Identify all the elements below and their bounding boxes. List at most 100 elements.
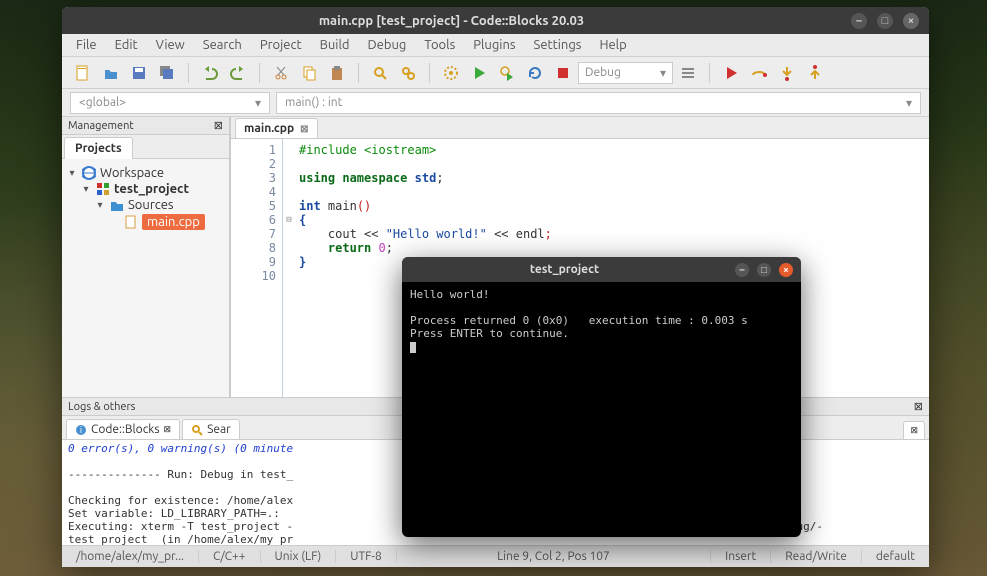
menu-search[interactable]: Search	[195, 35, 250, 55]
terminal-titlebar[interactable]: test_project – □ ×	[402, 257, 801, 282]
chevron-down-icon: ▾	[660, 66, 666, 80]
save-icon[interactable]	[126, 60, 152, 86]
build-target-select[interactable]: Debug ▾	[578, 62, 673, 84]
scope-bar: <global> ▾ main() : int ▾	[62, 89, 929, 117]
terminal-minimize-button[interactable]: –	[735, 263, 749, 277]
svg-text:i: i	[80, 425, 82, 435]
chevron-down-icon: ▾	[906, 96, 912, 110]
save-all-icon[interactable]	[154, 60, 180, 86]
menu-view[interactable]: View	[148, 35, 193, 55]
terminal-output[interactable]: Hello world! Process returned 0 (0x0) ex…	[402, 282, 801, 359]
search-icon	[191, 424, 203, 436]
logs-title: Logs & others	[68, 401, 135, 413]
menu-file[interactable]: File	[68, 35, 105, 55]
terminal-maximize-button[interactable]: □	[757, 263, 771, 277]
editor-tab-label: main.cpp	[244, 122, 294, 135]
chevron-down-icon: ▾	[255, 96, 261, 110]
step-out-icon[interactable]	[802, 60, 828, 86]
term-line: Process returned 0 (0x0) execution time …	[410, 314, 748, 327]
editor-tab-main[interactable]: main.cpp ⊠	[235, 118, 318, 138]
logs-tab-search[interactable]: Sear	[182, 419, 240, 439]
rebuild-icon[interactable]	[522, 60, 548, 86]
scope-function-label: main() : int	[285, 96, 342, 109]
line-gutter: 12345678910	[231, 139, 283, 397]
log-line: 0 error(s), 0 warning(s) (0 minute	[68, 442, 293, 455]
scope-function-select[interactable]: main() : int ▾	[276, 92, 921, 114]
tab-close-icon[interactable]: ⊠	[910, 425, 918, 436]
status-lang: C/C++	[199, 550, 260, 563]
menubar: File Edit View Search Project Build Debu…	[62, 34, 929, 57]
build-icon[interactable]	[438, 60, 464, 86]
tree-file-label: main.cpp	[142, 214, 205, 230]
tree-file-main[interactable]: main.cpp	[66, 213, 225, 231]
logs-tab-extra[interactable]: ⊠	[903, 421, 925, 439]
maximize-button[interactable]: □	[877, 13, 893, 29]
build-target-label: Debug	[585, 66, 621, 79]
paste-icon[interactable]	[324, 60, 350, 86]
menu-tools[interactable]: Tools	[416, 35, 463, 55]
folder-icon	[110, 198, 124, 212]
tree-workspace-label: Workspace	[100, 166, 164, 180]
term-line: Press ENTER to continue.	[410, 327, 569, 340]
menu-plugins[interactable]: Plugins	[465, 35, 523, 55]
undo-icon[interactable]	[197, 60, 223, 86]
open-file-icon[interactable]	[98, 60, 124, 86]
close-button[interactable]: ×	[903, 13, 919, 29]
logs-tab-label: Code::Blocks	[91, 423, 160, 436]
tree-project[interactable]: ▾ test_project	[66, 181, 225, 197]
logs-close-icon[interactable]: ⊠	[914, 400, 923, 413]
terminal-window[interactable]: test_project – □ × Hello world! Process …	[402, 257, 801, 537]
status-path: /home/alex/my_pr...	[62, 550, 199, 563]
terminal-cursor	[410, 342, 416, 353]
management-title: Management	[68, 120, 134, 132]
menu-build[interactable]: Build	[312, 35, 358, 55]
tab-close-icon[interactable]: ⊠	[164, 424, 172, 435]
projects-tab[interactable]: Projects	[64, 137, 133, 159]
menu-help[interactable]: Help	[591, 35, 634, 55]
tree-sources-label: Sources	[128, 198, 174, 212]
log-line: Executing: xterm -T test_project -	[68, 520, 293, 533]
tree-workspace[interactable]: ▾ Workspace	[66, 165, 225, 181]
project-tree: ▾ Workspace ▾ test_project ▾ Sources	[62, 159, 229, 237]
log-line: test_project (in /home/alex/my_pr	[68, 533, 293, 545]
replace-icon[interactable]	[395, 60, 421, 86]
status-rw: Read/Write	[771, 550, 862, 563]
tree-sources[interactable]: ▾ Sources	[66, 197, 225, 213]
menu-project[interactable]: Project	[252, 35, 310, 55]
debug-start-icon[interactable]	[718, 60, 744, 86]
logs-tab-search-label: Sear	[207, 423, 231, 436]
workspace-icon	[82, 166, 96, 180]
log-line: Set variable: LD_LIBRARY_PATH=.:	[68, 507, 280, 520]
copy-icon[interactable]	[296, 60, 322, 86]
project-icon	[96, 182, 110, 196]
scope-global-select[interactable]: <global> ▾	[70, 92, 270, 114]
redo-icon[interactable]	[225, 60, 251, 86]
build-run-icon[interactable]	[494, 60, 520, 86]
status-encoding: UTF-8	[336, 550, 396, 563]
minimize-button[interactable]: –	[851, 13, 867, 29]
show-targets-icon[interactable]	[675, 60, 701, 86]
menu-settings[interactable]: Settings	[526, 35, 590, 55]
step-over-icon[interactable]	[746, 60, 772, 86]
status-mode: Insert	[711, 550, 771, 563]
step-into-icon[interactable]	[774, 60, 800, 86]
status-target: default	[862, 550, 929, 563]
status-position: Line 9, Col 2, Pos 107	[397, 550, 711, 563]
menu-edit[interactable]: Edit	[107, 35, 146, 55]
file-icon	[124, 215, 138, 229]
toolbar: Debug ▾	[62, 57, 929, 89]
abort-icon[interactable]	[550, 60, 576, 86]
find-icon[interactable]	[367, 60, 393, 86]
fold-column[interactable]: ⊟	[283, 139, 295, 397]
logs-tab-codeblocks[interactable]: i Code::Blocks ⊠	[66, 419, 180, 439]
term-line: Hello world!	[410, 288, 489, 301]
cut-icon[interactable]	[268, 60, 294, 86]
menu-debug[interactable]: Debug	[359, 35, 414, 55]
run-icon[interactable]	[466, 60, 492, 86]
panel-close-icon[interactable]: ⊠	[214, 119, 223, 132]
terminal-close-button[interactable]: ×	[779, 263, 793, 277]
statusbar: /home/alex/my_pr... C/C++ Unix (LF) UTF-…	[62, 545, 929, 567]
tab-close-icon[interactable]: ⊠	[300, 123, 308, 135]
new-file-icon[interactable]	[70, 60, 96, 86]
titlebar[interactable]: main.cpp [test_project] - Code::Blocks 2…	[62, 7, 929, 34]
